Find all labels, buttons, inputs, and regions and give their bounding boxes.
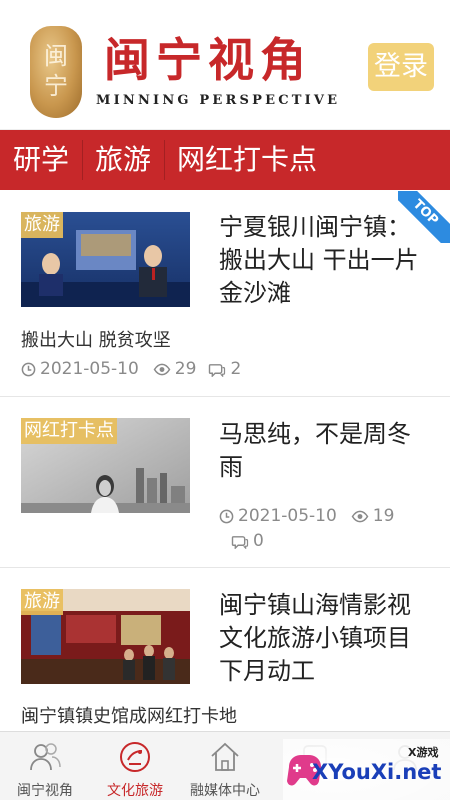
- article-meta-comments: 0: [231, 531, 264, 551]
- eye-icon: [153, 363, 171, 375]
- nav-label: 文化旅游: [107, 783, 163, 799]
- article-tag: 网红打卡点: [21, 418, 117, 444]
- home-icon: [211, 742, 239, 771]
- nav-label: 闽宁视角: [17, 783, 73, 799]
- brand-title: 闽宁视角: [104, 33, 312, 87]
- article-thumbnail[interactable]: 旅游: [21, 212, 190, 307]
- article-comments: 2: [230, 359, 242, 379]
- article-card[interactable]: TOP 旅游 宁夏银川闽宁镇：搬出大山 干出一片金沙滩 搬出大山 脱贫攻坚 20…: [0, 191, 450, 397]
- tab-travel[interactable]: 旅游: [82, 130, 164, 190]
- culture-tour-icon: [120, 742, 150, 772]
- seal-logo: 闽 宁: [30, 26, 82, 118]
- article-meta: 2021-05-10 29 2: [21, 359, 241, 379]
- article-title[interactable]: 闽宁镇山海情影视文化旅游小镇项目下月动工: [219, 589, 434, 688]
- article-card[interactable]: 网红打卡点 马思纯，不是周冬雨 2021-05-10 19 0: [0, 398, 450, 568]
- brand-subtitle: MINNING PERSPECTIVE: [96, 93, 341, 108]
- nav-item-culture-tour[interactable]: 文化旅游: [90, 732, 180, 800]
- article-date: 2021-05-10: [40, 359, 139, 379]
- article-summary: 搬出大山 脱贫攻坚: [21, 330, 171, 351]
- article-card[interactable]: 旅游 闽宁镇山海情影视文化旅游小镇项目下月动工 闽宁镇镇史馆成网红打卡地: [0, 569, 450, 731]
- svg-text:宁: 宁: [44, 72, 68, 100]
- category-bar: 研学 旅游 网红打卡点: [0, 130, 450, 190]
- article-meta: 2021-05-10 19: [219, 506, 394, 526]
- article-summary: 闽宁镇镇史馆成网红打卡地: [21, 706, 237, 727]
- nav-label: 融媒体中心: [190, 783, 260, 799]
- eye-icon: [351, 510, 369, 522]
- article-tag: 旅游: [21, 212, 63, 238]
- tab-hotspots[interactable]: 网红打卡点: [164, 130, 330, 190]
- article-views: 29: [174, 359, 197, 379]
- nav-item-minning[interactable]: 闽宁视角: [0, 732, 90, 800]
- svg-text:闽: 闽: [44, 42, 68, 70]
- article-title[interactable]: 马思纯，不是周冬雨: [219, 418, 434, 484]
- comment-icon: [209, 363, 226, 377]
- people-icon: [30, 743, 61, 771]
- watermark-site-text: XYouXi.net: [312, 760, 442, 784]
- clock-icon: [219, 509, 234, 523]
- watermark-small-text: X游戏: [408, 746, 439, 759]
- article-comments: 0: [253, 531, 264, 551]
- app-header: 闽 宁 闽宁视角 MINNING PERSPECTIVE 登录: [0, 0, 450, 130]
- nav-item-media-center[interactable]: 融媒体中心: [180, 732, 270, 800]
- article-thumbnail[interactable]: 网红打卡点: [21, 418, 190, 513]
- article-tag: 旅游: [21, 589, 63, 615]
- article-thumbnail[interactable]: 旅游: [21, 589, 190, 684]
- article-views: 19: [372, 506, 395, 526]
- login-button[interactable]: 登录: [368, 43, 434, 91]
- tab-research[interactable]: 研学: [0, 130, 82, 190]
- comment-icon: [231, 535, 249, 549]
- article-date: 2021-05-10: [238, 506, 337, 526]
- clock-icon: [21, 362, 36, 376]
- article-title[interactable]: 宁夏银川闽宁镇：搬出大山 干出一片金沙滩: [219, 211, 434, 310]
